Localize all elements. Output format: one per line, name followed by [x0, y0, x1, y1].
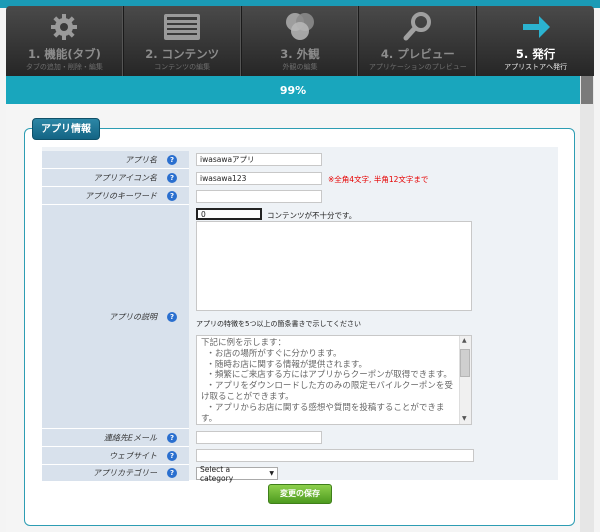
label-keyword: アプリのキーワード ?: [42, 187, 189, 205]
label-text: アプリカテゴリー: [93, 468, 157, 478]
email-input[interactable]: [196, 431, 322, 444]
progress-text: 99%: [279, 84, 307, 97]
label-text: 連絡先Eメール: [103, 433, 157, 442]
category-select[interactable]: Select a category ▼: [196, 464, 278, 483]
step-label: 4. プレビュー: [380, 47, 455, 61]
help-icon[interactable]: ?: [167, 172, 177, 183]
label-app-name: アプリ名 ?: [42, 151, 189, 169]
step-appearance[interactable]: 3. 外観 外観の編集: [242, 6, 360, 76]
label-category: アプリカテゴリー ?: [42, 465, 189, 482]
help-icon[interactable]: ?: [167, 432, 177, 443]
section-title: アプリ情報: [32, 118, 100, 140]
label-email: 連絡先Eメール ?: [42, 429, 189, 447]
step-preview[interactable]: 4. プレビュー アプリケーションのプレビュー: [359, 6, 478, 76]
step-sublabel: アプリケーションのプレビュー: [368, 63, 467, 71]
label-text: アプリのキーワード: [85, 191, 157, 200]
label-text: アプリ名: [125, 155, 157, 164]
label-website: ウェブサイト ?: [42, 447, 189, 465]
step-label: 1. 機能(タブ): [27, 47, 101, 61]
description-sample-textarea[interactable]: 下記に例を示します： ・お店の場所がすぐに分かります。 ・随時お店に関する情報が…: [196, 335, 472, 425]
scroll-down-icon[interactable]: ▼: [462, 415, 467, 423]
step-sublabel: アプリストアへ発行: [504, 63, 568, 71]
help-icon[interactable]: ?: [167, 468, 177, 478]
progress-bar: 99%: [6, 76, 580, 104]
save-button[interactable]: 変更の保存: [268, 484, 332, 504]
icon-name-note: ※全角4文字, 半角12文字まで: [328, 175, 429, 184]
help-icon[interactable]: ?: [167, 311, 177, 322]
description-counter-note: コンテンツが不十分です。: [267, 211, 357, 220]
step-label: 2. コンテンツ: [145, 47, 220, 61]
step-contents[interactable]: 2. コンテンツ コンテンツの編集: [124, 6, 242, 76]
icon-name-input[interactable]: iwasawa123: [196, 172, 322, 185]
step-label: 5. 発行: [515, 47, 556, 61]
label-text: アプリの説明: [109, 312, 157, 321]
magnifier-icon: [398, 11, 438, 43]
label-text: ウェブサイト: [109, 451, 157, 460]
description-textarea[interactable]: [196, 221, 472, 311]
page-scrollbar-thumb[interactable]: [581, 76, 593, 104]
sample-scrollbar-thumb[interactable]: [460, 349, 470, 377]
scroll-up-icon[interactable]: ▲: [462, 337, 467, 345]
step-label: 3. 外観: [280, 47, 320, 61]
label-description: アプリの説明 ?: [42, 205, 189, 429]
page-scrollbar[interactable]: [580, 76, 594, 532]
step-publish[interactable]: 5. 発行 アプリストアへ発行: [477, 6, 594, 76]
step-navigation: 1. 機能(タブ) タブの追加・削除・編集 2. コンテンツ コンテンツの編集 …: [6, 6, 594, 76]
keyword-input[interactable]: [196, 190, 322, 203]
help-icon[interactable]: ?: [167, 450, 177, 461]
help-icon[interactable]: ?: [167, 190, 177, 201]
step-sublabel: タブの追加・削除・編集: [25, 63, 103, 71]
description-hint: アプリの特徴を5つ以上の箇条書きで示してください: [196, 320, 362, 328]
help-icon[interactable]: ?: [167, 154, 177, 165]
website-input[interactable]: [196, 449, 474, 462]
label-text: アプリアイコン名: [93, 173, 157, 182]
app-name-input[interactable]: iwasawaアプリ: [196, 153, 322, 166]
step-features[interactable]: 1. 機能(タブ) タブの追加・削除・編集: [6, 6, 124, 76]
chevron-down-icon: ▼: [269, 470, 274, 477]
gear-icon: [44, 11, 84, 43]
document-list-icon: [162, 11, 202, 43]
description-counter: 0: [196, 208, 262, 220]
label-icon-name: アプリアイコン名 ?: [42, 169, 189, 187]
step-sublabel: コンテンツの編集: [154, 63, 211, 71]
category-select-value: Select a category: [200, 464, 234, 483]
step-sublabel: 外観の編集: [282, 63, 318, 71]
arrow-right-icon: [516, 11, 556, 43]
color-circles-icon: [280, 11, 320, 43]
